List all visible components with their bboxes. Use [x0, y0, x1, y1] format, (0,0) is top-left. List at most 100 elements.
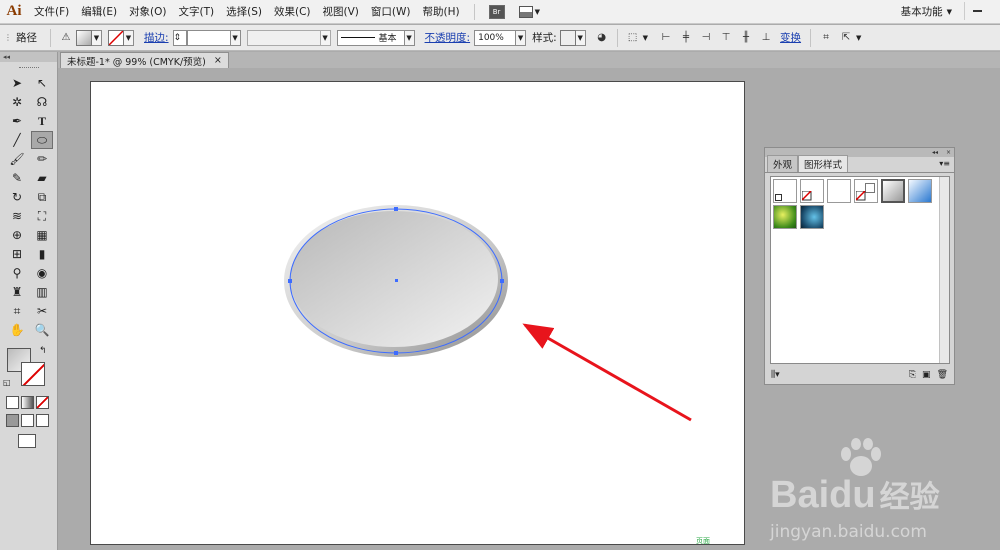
stroke-weight-input[interactable]: [186, 29, 231, 46]
draw-normal-icon[interactable]: [6, 414, 19, 427]
menu-window[interactable]: 窗口(W): [365, 0, 417, 24]
fill-color-picker[interactable]: ▼: [76, 29, 102, 46]
menu-file[interactable]: 文件(F): [28, 0, 75, 24]
mesh-tool-icon[interactable]: ⊞: [6, 245, 28, 263]
options-icon[interactable]: ⇱: [839, 31, 853, 45]
variable-width-profile[interactable]: ▼: [246, 29, 331, 46]
lasso-tool-icon[interactable]: ☊: [31, 93, 53, 111]
align-bottom-icon[interactable]: ⊥: [759, 31, 773, 45]
graphic-style-picker[interactable]: ▼: [559, 29, 586, 46]
workspace-switcher[interactable]: 基本功能 ▼: [901, 4, 952, 19]
swap-icon[interactable]: ↰: [39, 346, 47, 356]
line-tool-icon[interactable]: ╱: [6, 131, 28, 149]
break-link-icon[interactable]: ⎘: [909, 370, 916, 380]
transform-link[interactable]: 变换: [780, 30, 801, 45]
style-swatch-drop-shadow[interactable]: [854, 179, 878, 203]
recolor-icon[interactable]: ◕: [595, 31, 609, 45]
style-libraries-icon[interactable]: ⫼▾: [771, 370, 780, 380]
opacity-link[interactable]: 不透明度:: [425, 30, 471, 45]
shape-builder-tool-icon[interactable]: ⊕: [6, 226, 28, 244]
profile-input[interactable]: [246, 29, 321, 46]
artboard[interactable]: [90, 81, 745, 545]
blob-brush-tool-icon[interactable]: ✎: [6, 169, 28, 187]
pen-tool-icon[interactable]: ✒: [6, 112, 28, 130]
color-icon[interactable]: [6, 396, 19, 409]
menu-object[interactable]: 对象(O): [123, 0, 172, 24]
warning-icon[interactable]: ⚠: [59, 31, 73, 45]
collapse-icon[interactable]: ◂◂: [0, 52, 57, 62]
close-icon[interactable]: ×: [946, 149, 951, 156]
align-top-icon[interactable]: ⊤: [719, 31, 733, 45]
menu-help[interactable]: 帮助(H): [417, 0, 466, 24]
artboard-tool-icon[interactable]: ⌗: [6, 302, 28, 320]
style-swatch-default[interactable]: [773, 179, 797, 203]
eyedropper-tool-icon[interactable]: ⚲: [6, 264, 28, 282]
brush-definition-dropdown[interactable]: 基本 ▼: [336, 29, 415, 46]
direct-selection-tool-icon[interactable]: ↖: [31, 74, 53, 92]
style-swatch-none-stroke[interactable]: [800, 179, 824, 203]
panel-grip[interactable]: [0, 62, 57, 74]
stroke-line-icon: [340, 37, 375, 38]
pencil-tool-icon[interactable]: ✏: [31, 150, 53, 168]
stroke-weight-field[interactable]: ⇕ ▼: [172, 29, 241, 46]
align-right-icon[interactable]: ⊣: [699, 31, 713, 45]
scale-tool-icon[interactable]: ⧉: [31, 188, 53, 206]
magic-wand-tool-icon[interactable]: ✲: [6, 93, 28, 111]
collapse-icon[interactable]: ◂◂: [932, 149, 938, 156]
close-icon[interactable]: ×: [214, 55, 222, 66]
arrange-documents-button[interactable]: ▼: [518, 5, 540, 18]
style-swatch-blue-gradient[interactable]: [908, 179, 932, 203]
paintbrush-tool-icon[interactable]: 🖌: [6, 150, 28, 168]
align-center-icon[interactable]: ╪: [679, 31, 693, 45]
align-middle-icon[interactable]: ╫: [739, 31, 753, 45]
style-swatch-blue-texture[interactable]: [800, 205, 824, 229]
isolate-icon[interactable]: ⌗: [819, 31, 833, 45]
stroke-link[interactable]: 描边:: [144, 30, 169, 45]
select-similar-icon[interactable]: ⬚: [626, 31, 640, 45]
stroke-swatch[interactable]: [21, 362, 45, 386]
draw-inside-icon[interactable]: [36, 414, 49, 427]
style-swatch-green-texture[interactable]: [773, 205, 797, 229]
column-graph-tool-icon[interactable]: ▥: [31, 283, 53, 301]
trash-icon[interactable]: 🗑: [937, 370, 948, 380]
perspective-grid-tool-icon[interactable]: ▦: [31, 226, 53, 244]
align-left-icon[interactable]: ⊢: [659, 31, 673, 45]
document-tab[interactable]: 未标题-1* @ 99% (CMYK/预览) ×: [60, 52, 229, 68]
menu-select[interactable]: 选择(S): [220, 0, 268, 24]
menu-view[interactable]: 视图(V): [317, 0, 365, 24]
eraser-tool-icon[interactable]: ▰: [31, 169, 53, 187]
menu-type[interactable]: 文字(T): [173, 0, 221, 24]
tab-graphic-styles[interactable]: 图形样式: [798, 155, 849, 172]
panel-menu-icon[interactable]: ▾≡: [939, 159, 950, 168]
menu-edit[interactable]: 编辑(E): [75, 0, 123, 24]
symbol-sprayer-tool-icon[interactable]: ♜: [6, 283, 28, 301]
none-icon[interactable]: [36, 396, 49, 409]
opacity-input[interactable]: 100%: [474, 29, 517, 46]
style-swatch-bevel-selected[interactable]: [881, 179, 905, 203]
tab-appearance[interactable]: 外观: [767, 155, 799, 172]
draw-behind-icon[interactable]: [21, 414, 34, 427]
panel-scrollbar[interactable]: [939, 177, 949, 363]
new-style-icon[interactable]: ▣: [922, 370, 931, 380]
fill-stroke-widget[interactable]: ↰ ◱: [3, 346, 51, 392]
opacity-field[interactable]: 100% ▼: [474, 29, 527, 46]
type-tool-icon[interactable]: T: [31, 112, 53, 130]
selection-tool-icon[interactable]: ➤: [6, 74, 28, 92]
hand-tool-icon[interactable]: ✋: [6, 321, 28, 339]
stroke-color-picker[interactable]: ▼: [108, 29, 134, 46]
blend-tool-icon[interactable]: ◉: [31, 264, 53, 282]
warp-tool-icon[interactable]: ≋: [6, 207, 28, 225]
style-swatch-white[interactable]: [827, 179, 851, 203]
gradient-icon[interactable]: [21, 396, 34, 409]
free-transform-tool-icon[interactable]: ⛶: [31, 207, 53, 225]
rotate-tool-icon[interactable]: ↻: [6, 188, 28, 206]
screen-mode-icon[interactable]: [18, 434, 36, 448]
menu-effect[interactable]: 效果(C): [268, 0, 317, 24]
zoom-tool-icon[interactable]: 🔍: [31, 321, 53, 339]
gradient-tool-icon[interactable]: ▮: [31, 245, 53, 263]
slice-tool-icon[interactable]: ✂: [31, 302, 53, 320]
ellipse-tool-icon[interactable]: ⬭: [31, 131, 53, 149]
default-colors-icon[interactable]: ◱: [3, 378, 11, 387]
minimize-button[interactable]: [964, 2, 990, 20]
bridge-button[interactable]: Br: [488, 4, 505, 19]
